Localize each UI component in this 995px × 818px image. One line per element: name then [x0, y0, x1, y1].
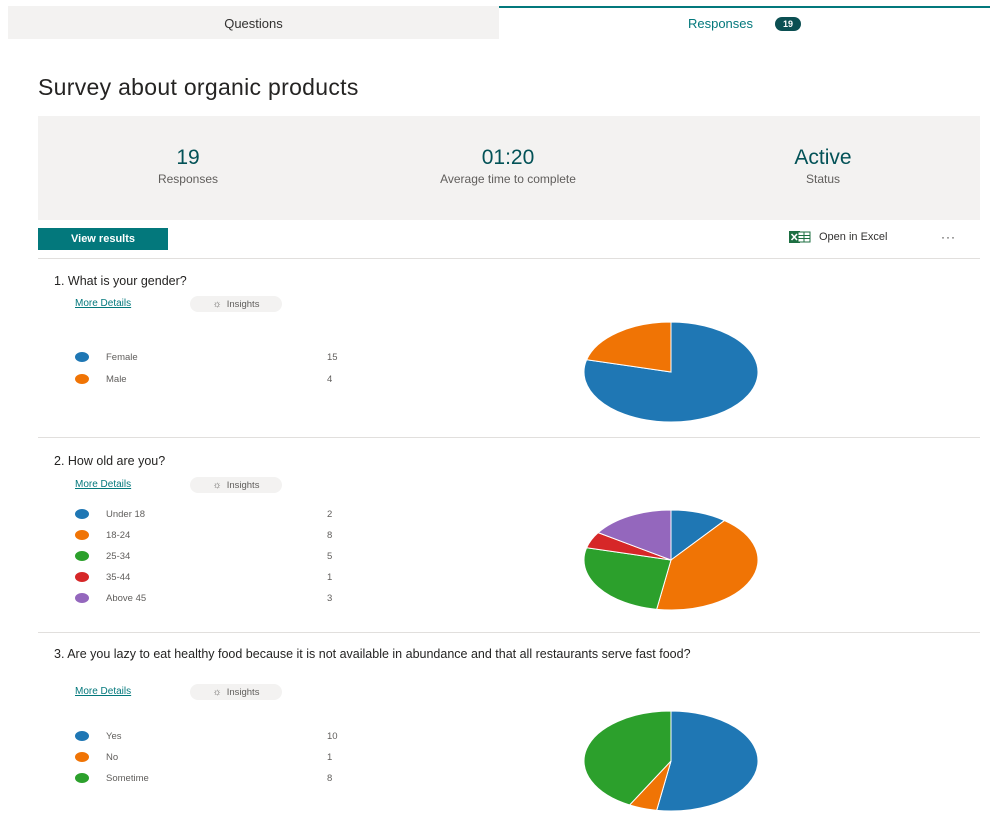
insights-label: Insights	[226, 686, 260, 698]
stat-average-time: 01:20 Average time to complete	[398, 146, 618, 186]
question-2-pie-chart	[583, 509, 759, 611]
lightbulb-icon: ☼	[212, 298, 222, 310]
legend-count: 4	[327, 373, 333, 385]
lightbulb-icon: ☼	[212, 686, 222, 698]
legend-label: Sometime	[106, 772, 149, 784]
stat-status-value: Active	[794, 146, 852, 169]
legend-swatch	[75, 352, 89, 362]
question-2-insights-button[interactable]: ☼ Insights	[190, 477, 282, 493]
legend-swatch	[75, 509, 89, 519]
question-1-more-details-link[interactable]: More Details	[75, 298, 131, 309]
legend-swatch	[75, 374, 89, 384]
question-1-title: 1. What is your gender?	[54, 274, 187, 288]
legend-count: 5	[327, 550, 333, 562]
insights-label: Insights	[226, 479, 260, 491]
view-results-button[interactable]: View results	[38, 228, 168, 250]
legend-item: 18-24 8	[75, 528, 332, 542]
question-3-more-details-link[interactable]: More Details	[75, 686, 131, 697]
divider	[38, 632, 980, 633]
legend-label: 25-34	[106, 550, 131, 562]
insights-label: Insights	[226, 298, 260, 310]
legend-label: Yes	[106, 730, 122, 742]
legend-item: Female 15	[75, 350, 338, 364]
legend-label: Above 45	[106, 592, 147, 604]
stat-responses-value: 19	[176, 146, 200, 169]
legend-swatch	[75, 530, 89, 540]
stat-responses: 19 Responses	[128, 146, 248, 186]
responses-count-badge: 19	[775, 16, 802, 31]
legend-count: 8	[327, 529, 333, 541]
legend-swatch	[75, 752, 89, 762]
stat-responses-label: Responses	[157, 172, 219, 186]
legend-count: 1	[327, 751, 333, 763]
stat-status-label: Status	[805, 172, 841, 186]
legend-count: 1	[327, 571, 333, 583]
legend-item: Sometime 8	[75, 771, 332, 785]
legend-count: 8	[327, 772, 333, 784]
legend-count: 15	[327, 351, 338, 363]
question-3-pie-chart	[583, 710, 759, 812]
pie-slice-yes[interactable]	[656, 710, 759, 812]
open-in-excel-button[interactable]: Open in Excel	[789, 230, 887, 244]
lightbulb-icon: ☼	[212, 479, 222, 491]
more-options-button[interactable]: ···	[941, 230, 956, 244]
open-in-excel-label: Open in Excel	[819, 231, 888, 243]
summary-panel: 19 Responses 01:20 Average time to compl…	[38, 116, 980, 220]
legend-item: Yes 10	[75, 729, 338, 743]
legend-swatch	[75, 551, 89, 561]
legend-item: 25-34 5	[75, 549, 332, 563]
legend-label: Female	[106, 351, 138, 363]
question-2-more-details-link[interactable]: More Details	[75, 479, 131, 490]
page-title: Survey about organic products	[38, 74, 359, 100]
legend-item: Above 45 3	[75, 591, 332, 605]
legend-swatch	[75, 731, 89, 741]
divider	[38, 437, 980, 438]
stat-average-time-value: 01:20	[481, 146, 535, 169]
legend-count: 2	[327, 508, 333, 520]
question-3-title: 3. Are you lazy to eat healthy food beca…	[54, 647, 691, 661]
question-1-pie-chart	[583, 321, 759, 423]
tab-bar: Questions Responses 19	[8, 6, 990, 39]
legend-item: Male 4	[75, 372, 332, 386]
legend-swatch	[75, 773, 89, 783]
legend-label: 35-44	[106, 571, 131, 583]
legend-item: No 1	[75, 750, 332, 764]
stat-average-time-label: Average time to complete	[440, 172, 576, 186]
question-2-title: 2. How old are you?	[54, 454, 166, 468]
question-1-insights-button[interactable]: ☼ Insights	[190, 296, 282, 312]
divider	[38, 258, 980, 259]
legend-swatch	[75, 593, 89, 603]
excel-icon	[789, 231, 811, 243]
tab-questions-label: Questions	[224, 16, 283, 31]
tab-responses-label: Responses	[687, 16, 754, 31]
legend-label: Male	[106, 373, 127, 385]
legend-swatch	[75, 572, 89, 582]
legend-label: Under 18	[106, 508, 146, 520]
stat-status: Active Status	[763, 146, 883, 186]
question-3-insights-button[interactable]: ☼ Insights	[190, 684, 282, 700]
legend-item: Under 18 2	[75, 507, 332, 521]
legend-label: 18-24	[106, 529, 131, 541]
tab-responses[interactable]: Responses 19	[499, 6, 990, 39]
tab-questions[interactable]: Questions	[8, 6, 499, 39]
legend-item: 35-44 1	[75, 570, 332, 584]
legend-count: 10	[327, 730, 338, 742]
legend-count: 3	[327, 592, 333, 604]
legend-label: No	[106, 751, 119, 763]
